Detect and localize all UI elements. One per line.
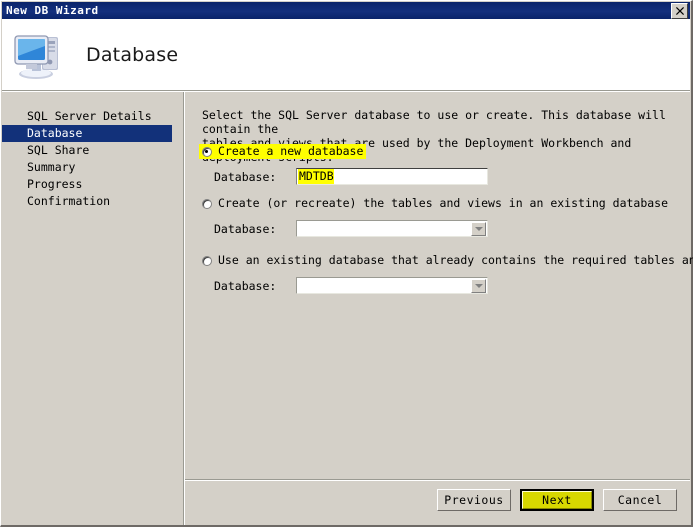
chevron-down-glyph — [474, 283, 483, 288]
database-name-input[interactable]: MDTDB — [296, 168, 488, 185]
radio-icon-wrap — [199, 144, 214, 159]
option-use-existing-database: Use an existing database that already co… — [199, 253, 693, 294]
sidebar-item-progress[interactable]: Progress — [2, 176, 183, 193]
label-database-existing: Database: — [214, 278, 277, 293]
radio-label-create-new-database: Create a new database — [214, 144, 367, 159]
close-glyph — [675, 7, 684, 15]
field-row-recreate-database: Database: — [199, 220, 679, 237]
instruction-line-1: Select the SQL Server database to use or… — [202, 108, 666, 136]
radio-use-existing-database[interactable]: Use an existing database that already co… — [199, 253, 693, 268]
chevron-down-icon[interactable] — [471, 221, 486, 236]
wizard-footer: Previous Next Cancel — [185, 481, 690, 525]
radio-label-recreate-tables: Create (or recreate) the tables and view… — [218, 196, 669, 210]
label-database-new: Database: — [214, 169, 277, 184]
database-name-value: MDTDB — [298, 169, 334, 184]
button-row: Previous Next Cancel — [437, 489, 677, 511]
database-select-existing[interactable] — [296, 277, 488, 294]
close-icon[interactable] — [671, 3, 688, 19]
option-recreate-tables: Create (or recreate) the tables and view… — [199, 196, 679, 237]
computer-icon — [14, 34, 58, 79]
sidebar-item-database[interactable]: Database — [2, 125, 172, 142]
chevron-down-glyph — [474, 226, 483, 231]
radio-button-icon — [201, 255, 212, 266]
radio-icon-wrap — [199, 253, 214, 268]
sidebar-item-sql-share[interactable]: SQL Share — [2, 142, 183, 159]
radio-button-icon — [201, 198, 212, 209]
cancel-button[interactable]: Cancel — [603, 489, 677, 511]
field-row-new-database: Database: MDTDB — [199, 168, 679, 185]
label-database-recreate: Database: — [214, 221, 277, 236]
sidebar-item-sql-server-details[interactable]: SQL Server Details — [2, 108, 183, 125]
previous-button[interactable]: Previous — [437, 489, 511, 511]
wizard-window: New DB Wizard Database SQL Server Detail… — [0, 0, 693, 527]
wizard-content: Select the SQL Server database to use or… — [185, 92, 693, 479]
radio-create-new-database[interactable]: Create a new database — [199, 144, 679, 159]
field-row-existing-database: Database: — [199, 277, 679, 294]
sidebar-item-summary[interactable]: Summary — [2, 159, 183, 176]
chevron-down-icon[interactable] — [471, 278, 486, 293]
radio-icon-wrap — [199, 196, 214, 211]
radio-label-use-existing-database: Use an existing database that already co… — [218, 253, 693, 267]
window-title: New DB Wizard — [6, 4, 99, 17]
database-select-recreate[interactable] — [296, 220, 488, 237]
radio-button-icon — [201, 146, 212, 157]
wizard-sidebar: SQL Server Details Database SQL Share Su… — [2, 92, 183, 525]
title-bar: New DB Wizard — [2, 2, 690, 19]
option-create-new-database: Create a new database Database: MDTDB — [199, 144, 679, 185]
next-button-label: Next — [522, 491, 592, 509]
page-title: Database — [86, 43, 179, 66]
sidebar-nav: SQL Server Details Database SQL Share Su… — [2, 108, 183, 210]
sidebar-item-confirmation[interactable]: Confirmation — [2, 193, 183, 210]
next-button[interactable]: Next — [520, 489, 594, 511]
radio-recreate-tables[interactable]: Create (or recreate) the tables and view… — [199, 196, 679, 211]
wizard-header: Database — [2, 19, 690, 90]
